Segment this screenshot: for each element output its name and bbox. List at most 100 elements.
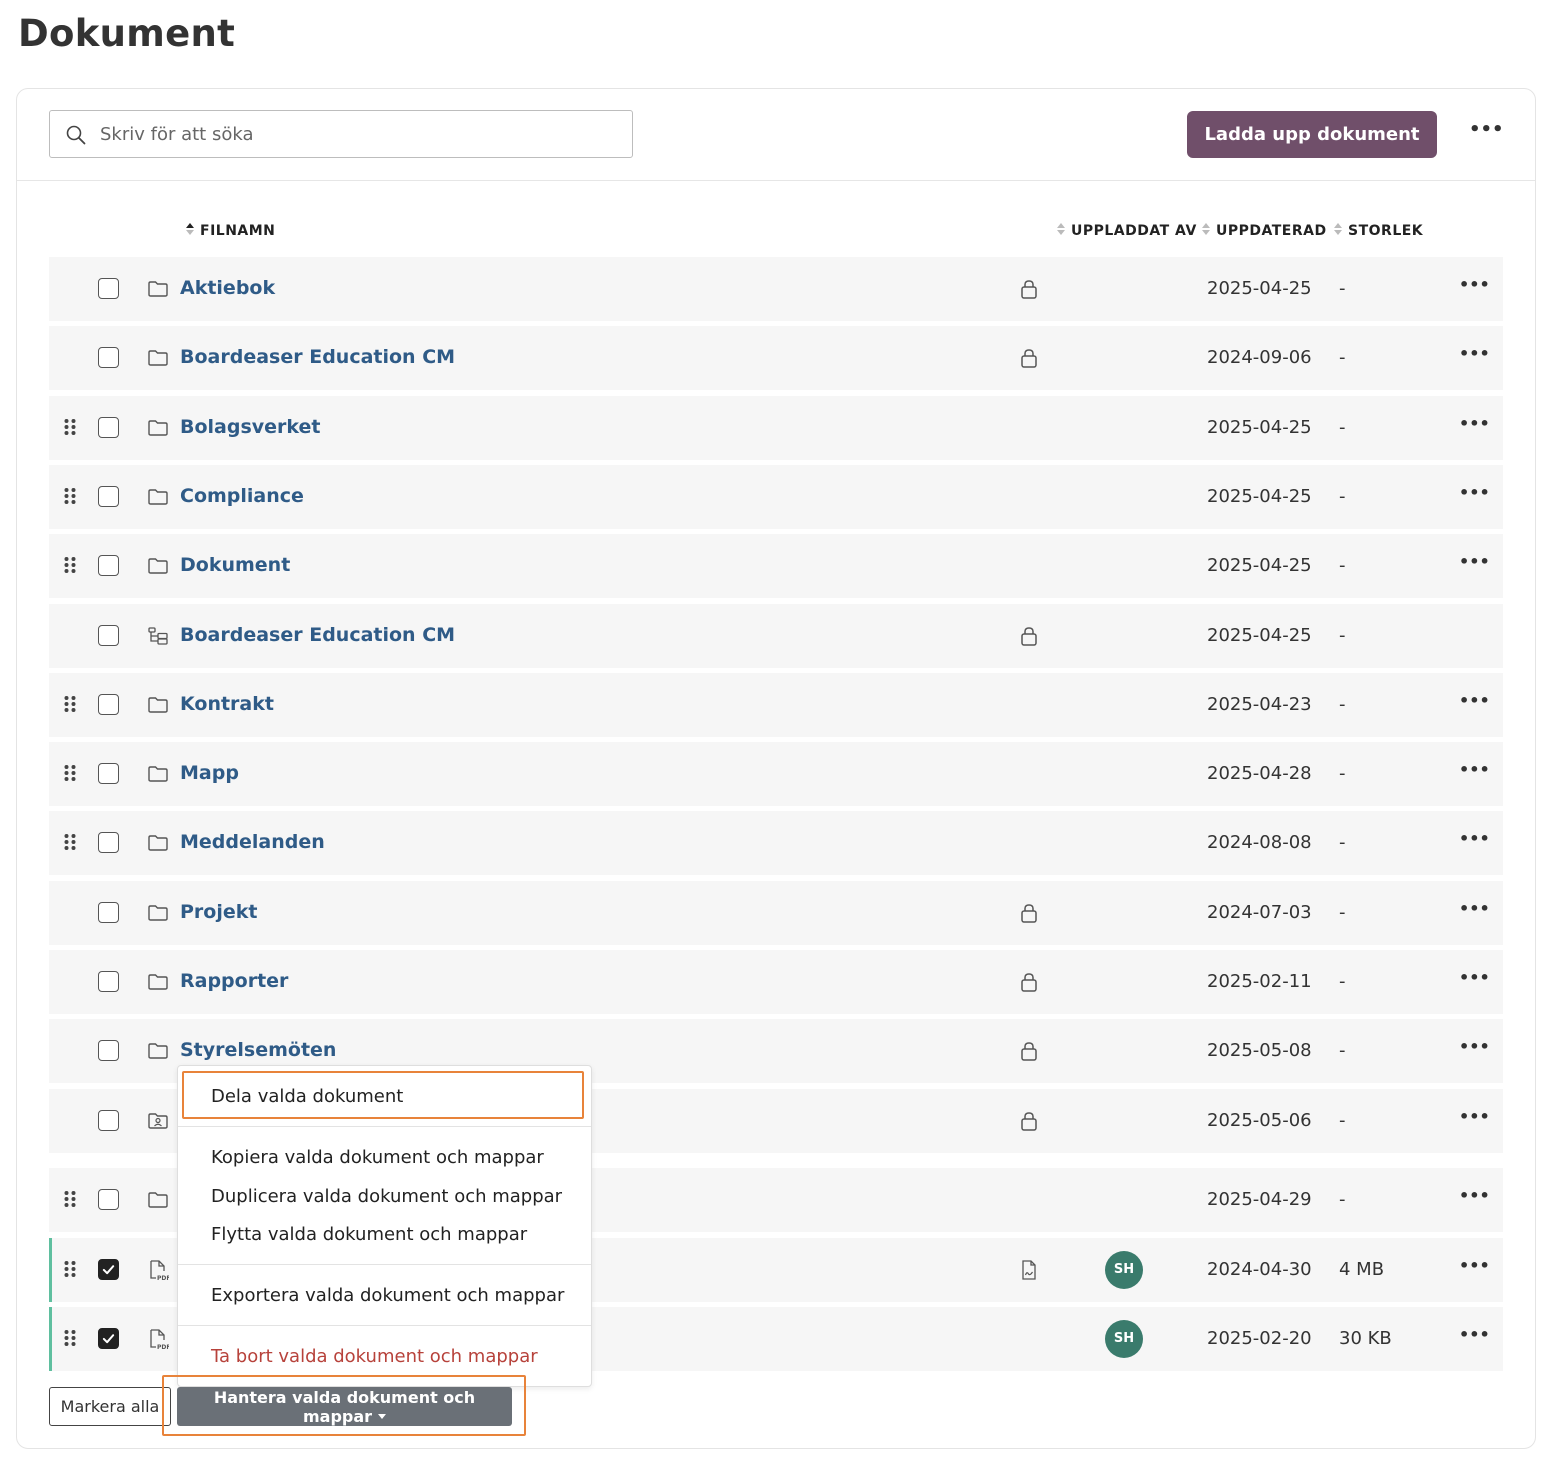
folder-icon — [147, 555, 169, 577]
file-size: - — [1339, 555, 1346, 576]
row-checkbox[interactable] — [98, 1189, 119, 1210]
row-more-icon[interactable]: ••• — [1459, 831, 1490, 853]
row-checkbox[interactable] — [98, 625, 119, 646]
row-checkbox[interactable] — [98, 971, 119, 992]
row-checkbox[interactable] — [98, 1040, 119, 1061]
menu-divider — [178, 1264, 591, 1265]
row-checkbox[interactable] — [98, 417, 119, 438]
table-row[interactable]: Boardeaser Education CM 2025-04-25 - — [49, 604, 1503, 668]
sort-icon — [1334, 223, 1342, 235]
row-more-icon[interactable]: ••• — [1459, 554, 1490, 576]
file-name-link[interactable]: Styrelsemöten — [180, 1039, 336, 1061]
file-name-link[interactable]: Rapporter — [180, 970, 288, 992]
select-all-button[interactable]: Markera alla — [49, 1387, 171, 1426]
row-checkbox[interactable] — [98, 486, 119, 507]
file-name-link[interactable]: Mapp — [180, 762, 239, 784]
row-more-icon[interactable]: ••• — [1459, 970, 1490, 992]
sort-icon — [1202, 223, 1210, 235]
file-size: - — [1339, 1189, 1346, 1210]
column-header-filename[interactable]: FILNAMN — [185, 222, 275, 239]
folder-tree-icon — [147, 625, 169, 647]
lock-icon — [1019, 1110, 1039, 1132]
file-size: - — [1339, 486, 1346, 507]
table-row[interactable]: Compliance 2025-04-25 - ••• — [49, 465, 1503, 529]
file-name-link[interactable]: Boardeaser Education CM — [180, 346, 455, 368]
file-name-link[interactable]: Meddelanden — [180, 831, 325, 853]
menu-item-export[interactable]: Exportera valda dokument och mappar — [211, 1285, 564, 1306]
file-name-link[interactable]: Bolagsverket — [180, 416, 321, 438]
table-row[interactable]: Mapp 2025-04-28 - ••• — [49, 742, 1503, 806]
menu-item-move[interactable]: Flytta valda dokument och mappar — [211, 1224, 527, 1245]
drag-handle-icon[interactable] — [63, 695, 77, 713]
row-more-icon[interactable]: ••• — [1459, 346, 1490, 368]
folder-icon — [147, 832, 169, 854]
file-size: - — [1339, 417, 1346, 438]
row-checkbox[interactable] — [98, 1110, 119, 1131]
row-checkbox[interactable] — [98, 1328, 119, 1349]
more-options-icon[interactable]: ••• — [1469, 121, 1504, 145]
table-row[interactable]: Meddelanden 2024-08-08 - ••• — [49, 811, 1503, 875]
file-name-link[interactable]: Projekt — [180, 901, 257, 923]
row-checkbox[interactable] — [98, 347, 119, 368]
file-name-link[interactable]: Kontrakt — [180, 693, 274, 715]
row-more-icon[interactable]: ••• — [1459, 1039, 1490, 1061]
table-row[interactable]: Rapporter 2025-02-11 - ••• — [49, 950, 1503, 1014]
row-checkbox[interactable] — [98, 694, 119, 715]
file-name-link[interactable]: Boardeaser Education CM — [180, 624, 455, 646]
row-more-icon[interactable]: ••• — [1459, 277, 1490, 299]
folder-icon — [147, 763, 169, 785]
drag-handle-icon[interactable] — [63, 1329, 77, 1347]
drag-handle-icon[interactable] — [63, 833, 77, 851]
table-row[interactable]: Aktiebok 2025-04-25 - ••• — [49, 257, 1503, 321]
file-size: - — [1339, 625, 1346, 646]
row-more-icon[interactable]: ••• — [1459, 416, 1490, 438]
folder-icon — [147, 971, 169, 993]
folder-icon — [147, 1189, 169, 1211]
row-more-icon[interactable]: ••• — [1459, 901, 1490, 923]
row-checkbox[interactable] — [98, 278, 119, 299]
file-name-link[interactable]: Aktiebok — [180, 277, 275, 299]
row-more-icon[interactable]: ••• — [1459, 1109, 1490, 1131]
row-more-icon[interactable]: ••• — [1459, 485, 1490, 507]
search-box[interactable] — [49, 110, 633, 158]
file-name-link[interactable]: Dokument — [180, 554, 290, 576]
table-row[interactable]: Bolagsverket 2025-04-25 - ••• — [49, 396, 1503, 460]
drag-handle-icon[interactable] — [63, 1260, 77, 1278]
folder-person-icon — [147, 1110, 169, 1132]
column-header-uploaded-by-label: UPPLADDAT AV — [1071, 223, 1197, 239]
row-more-icon[interactable]: ••• — [1459, 1258, 1490, 1280]
column-header-uploaded-by[interactable]: UPPLADDAT AV — [1056, 222, 1197, 239]
lock-icon — [1019, 278, 1039, 300]
drag-handle-icon[interactable] — [63, 764, 77, 782]
updated-date: 2025-04-25 — [1207, 486, 1312, 507]
drag-handle-icon[interactable] — [63, 556, 77, 574]
column-header-updated[interactable]: UPPDATERAD — [1201, 222, 1327, 239]
row-checkbox[interactable] — [98, 832, 119, 853]
row-more-icon[interactable]: ••• — [1459, 693, 1490, 715]
row-more-icon[interactable]: ••• — [1459, 1188, 1490, 1210]
table-row[interactable]: Boardeaser Education CM 2024-09-06 - ••• — [49, 326, 1503, 390]
drag-handle-icon[interactable] — [63, 1190, 77, 1208]
row-checkbox[interactable] — [98, 555, 119, 576]
drag-handle-icon[interactable] — [63, 487, 77, 505]
menu-divider — [178, 1126, 591, 1127]
row-checkbox[interactable] — [98, 902, 119, 923]
drag-handle-icon[interactable] — [63, 418, 77, 436]
menu-item-duplicate[interactable]: Duplicera valda dokument och mappar — [211, 1186, 562, 1207]
sort-icon — [1057, 223, 1065, 235]
upload-document-button[interactable]: Ladda upp dokument — [1187, 111, 1437, 158]
table-row[interactable]: Projekt 2024-07-03 - ••• — [49, 881, 1503, 945]
file-name-link[interactable]: Compliance — [180, 485, 304, 507]
sort-asc-icon — [186, 223, 194, 235]
row-checkbox[interactable] — [98, 1259, 119, 1280]
column-header-size[interactable]: STORLEK — [1333, 222, 1423, 239]
menu-item-delete[interactable]: Ta bort valda dokument och mappar — [211, 1346, 538, 1367]
table-row[interactable]: Kontrakt 2025-04-23 - ••• — [49, 673, 1503, 737]
table-row[interactable]: Dokument 2025-04-25 - ••• — [49, 534, 1503, 598]
row-checkbox[interactable] — [98, 763, 119, 784]
row-more-icon[interactable]: ••• — [1459, 1327, 1490, 1349]
menu-item-copy[interactable]: Kopiera valda dokument och mappar — [211, 1147, 544, 1168]
folder-icon — [147, 694, 169, 716]
search-input[interactable] — [100, 111, 620, 157]
row-more-icon[interactable]: ••• — [1459, 762, 1490, 784]
